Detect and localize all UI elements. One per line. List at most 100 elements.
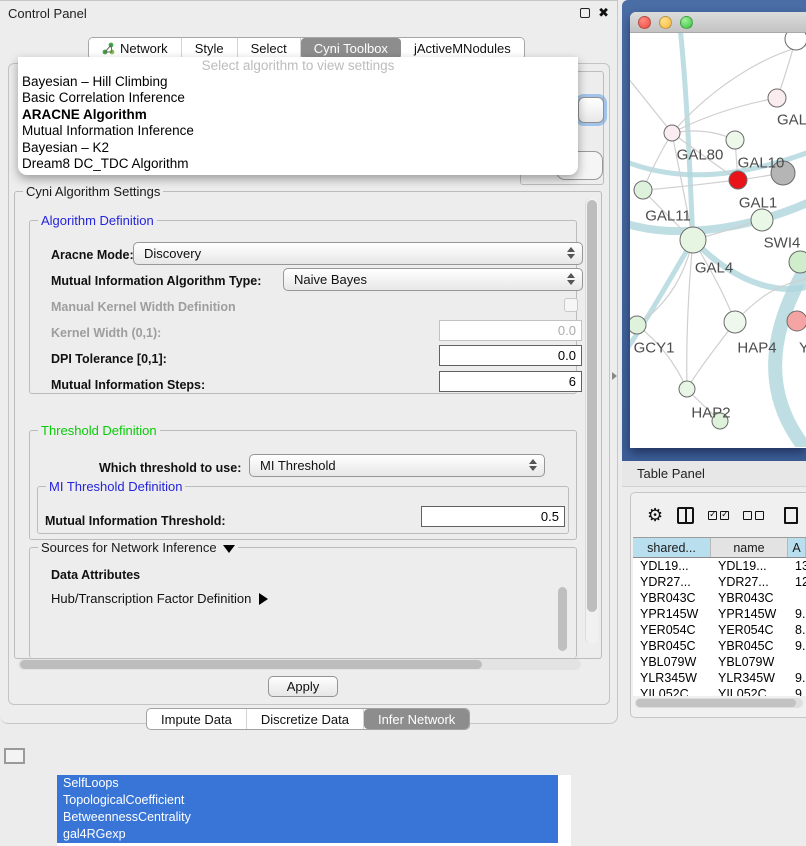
network-node[interactable] <box>785 33 806 50</box>
table-cell: YLR345W <box>633 670 711 686</box>
table-row[interactable]: YPR145WYPR145W9. <box>633 606 806 622</box>
table-row[interactable]: YBR043CYBR043C <box>633 590 806 606</box>
deselect-all-icon[interactable] <box>743 511 764 520</box>
close-traffic-light-icon[interactable] <box>638 16 651 29</box>
splitter-handle-icon[interactable] <box>612 372 617 380</box>
table-panel-title: Table Panel <box>637 466 705 481</box>
column-header-shared[interactable]: shared... <box>633 538 711 557</box>
network-view-window: GALGAL80GAL10GAL1GAL11SWI4GAL4GCY1HAP4YH… <box>630 12 806 448</box>
tab-select[interactable]: Select <box>238 38 301 59</box>
table-cell: YLR345W <box>711 670 788 686</box>
network-node-gcy1[interactable] <box>630 316 646 334</box>
settings-gear-icon[interactable]: ⚙ <box>647 506 663 524</box>
settings-vertical-scrollbar[interactable] <box>585 198 598 644</box>
attributes-scrollbar[interactable] <box>558 587 567 651</box>
network-node-y[interactable] <box>787 311 806 331</box>
network-node-gal80[interactable] <box>664 125 680 141</box>
algorithm-option[interactable]: Bayesian – K2 <box>18 140 578 156</box>
float-window-icon[interactable] <box>580 8 590 18</box>
network-node-hap4[interactable] <box>724 311 746 333</box>
algorithm-definition-title: Algorithm Definition <box>38 213 157 228</box>
close-icon[interactable]: ✖ <box>598 8 609 18</box>
node-label-gal11: GAL11 <box>645 208 691 225</box>
data-attributes-list[interactable]: SelfLoopsTopologicalCoefficientBetweenne… <box>57 775 571 846</box>
attribute-item[interactable]: BetweennessCentrality <box>57 809 558 826</box>
network-node-swi4[interactable] <box>751 209 773 231</box>
tab-network[interactable]: Network <box>89 38 182 59</box>
mi-type-value: Naive Bayes <box>294 272 367 287</box>
select-all-icon[interactable] <box>708 511 729 520</box>
collapse-down-icon[interactable] <box>223 545 235 553</box>
apply-button[interactable]: Apply <box>268 676 338 697</box>
node-table: shared...nameA YDL19...YDL19...13YDR27..… <box>633 537 806 696</box>
column-header-name[interactable]: name <box>711 538 788 557</box>
network-node[interactable] <box>789 251 806 273</box>
table-header-row: shared...nameA <box>633 537 806 558</box>
threshold-definition-title: Threshold Definition <box>38 423 160 438</box>
tab-jactivemnodules[interactable]: jActiveMNodules <box>401 38 524 59</box>
tab-style[interactable]: Style <box>182 38 238 59</box>
tab-label: jActiveMNodules <box>414 41 511 56</box>
minimize-traffic-light-icon[interactable] <box>659 16 672 29</box>
network-window-titlebar[interactable] <box>630 12 806 33</box>
aracne-mode-combo[interactable]: Discovery <box>133 242 583 265</box>
bottom-tabs: Impute DataDiscretize DataInfer Network <box>146 708 470 730</box>
tab-infer-network[interactable]: Infer Network <box>364 709 469 729</box>
algorithm-combo-stepper[interactable] <box>578 97 604 123</box>
sources-group: Sources for Network Inference <box>29 547 577 658</box>
node-label-gal10: GAL10 <box>738 155 785 172</box>
mi-threshold-group-title: MI Threshold Definition <box>46 479 185 494</box>
attribute-item[interactable]: TopologicalCoefficient <box>57 792 558 809</box>
network-node-gal4[interactable] <box>680 227 706 253</box>
tab-label: Cyni Toolbox <box>314 41 388 56</box>
table-cell: 8. <box>788 622 806 638</box>
sources-group-title: Sources for Network Inference <box>38 540 238 555</box>
table-row[interactable]: YBL079WYBL079W <box>633 654 806 670</box>
network-node-gal1[interactable] <box>729 171 747 189</box>
table-row[interactable]: YDR27...YDR27...12 <box>633 574 806 590</box>
mi-steps-field[interactable]: 6 <box>439 371 582 392</box>
mi-type-label: Mutual Information Algorithm Type: <box>51 274 261 288</box>
manual-kernel-checkbox[interactable] <box>564 298 578 312</box>
zoom-traffic-light-icon[interactable] <box>680 16 693 29</box>
algorithm-option[interactable]: Basic Correlation Inference <box>18 90 578 106</box>
network-canvas[interactable]: GALGAL80GAL10GAL1GAL11SWI4GAL4GCY1HAP4YH… <box>630 33 806 447</box>
algorithm-option[interactable]: Dream8 DC_TDC Algorithm <box>18 156 578 172</box>
table-cell: YIL052C <box>711 686 788 696</box>
table-horizontal-scrollbar[interactable] <box>635 698 803 708</box>
table-row[interactable]: YDL19...YDL19...13 <box>633 558 806 574</box>
node-label-hap4: HAP4 <box>737 340 776 357</box>
algorithm-option[interactable]: Mutual Information Inference <box>18 123 578 139</box>
network-node-gal10[interactable] <box>726 131 744 149</box>
network-node-hap2[interactable] <box>679 381 695 397</box>
split-columns-icon[interactable] <box>677 507 694 524</box>
network-node-gal[interactable] <box>768 89 786 107</box>
attribute-item[interactable]: SelfLoops <box>57 775 558 792</box>
algorithm-option[interactable]: Bayesian – Hill Climbing <box>18 74 578 90</box>
column-header-a[interactable]: A <box>788 538 806 557</box>
table-row[interactable]: YLR345WYLR345W9. <box>633 670 806 686</box>
table-cell: YER054C <box>633 622 711 638</box>
document-icon[interactable] <box>784 507 798 524</box>
attribute-item[interactable]: gal4RGexp <box>57 826 558 843</box>
manual-kernel-label: Manual Kernel Width Definition <box>51 300 236 314</box>
settings-group-title: Cyni Algorithm Settings <box>23 184 163 199</box>
tab-impute-data[interactable]: Impute Data <box>147 709 247 729</box>
kernel-width-field[interactable]: 0.0 <box>439 320 582 341</box>
control-panel-header: Control Panel ✖ <box>0 1 617 25</box>
algorithm-option[interactable]: ARACNE Algorithm <box>18 107 578 123</box>
tab-discretize-data[interactable]: Discretize Data <box>247 709 364 729</box>
stepper-icon <box>567 273 575 285</box>
tab-cyni-toolbox[interactable]: Cyni Toolbox <box>301 38 401 59</box>
network-node-gal11[interactable] <box>634 181 652 199</box>
table-row[interactable]: YIL052CYIL052C9 <box>633 686 806 696</box>
dpi-tolerance-field[interactable]: 0.0 <box>439 345 582 366</box>
which-threshold-value: MI Threshold <box>260 458 336 473</box>
table-row[interactable]: YER054CYER054C8. <box>633 622 806 638</box>
mi-type-combo[interactable]: Naive Bayes <box>283 268 583 291</box>
table-row[interactable]: YBR045CYBR045C9. <box>633 638 806 654</box>
which-threshold-combo[interactable]: MI Threshold <box>249 454 545 477</box>
kernel-width-label: Kernel Width (0,1): <box>51 326 161 340</box>
settings-horizontal-scrollbar[interactable] <box>18 659 581 670</box>
mi-threshold-field[interactable]: 0.5 <box>421 506 565 527</box>
